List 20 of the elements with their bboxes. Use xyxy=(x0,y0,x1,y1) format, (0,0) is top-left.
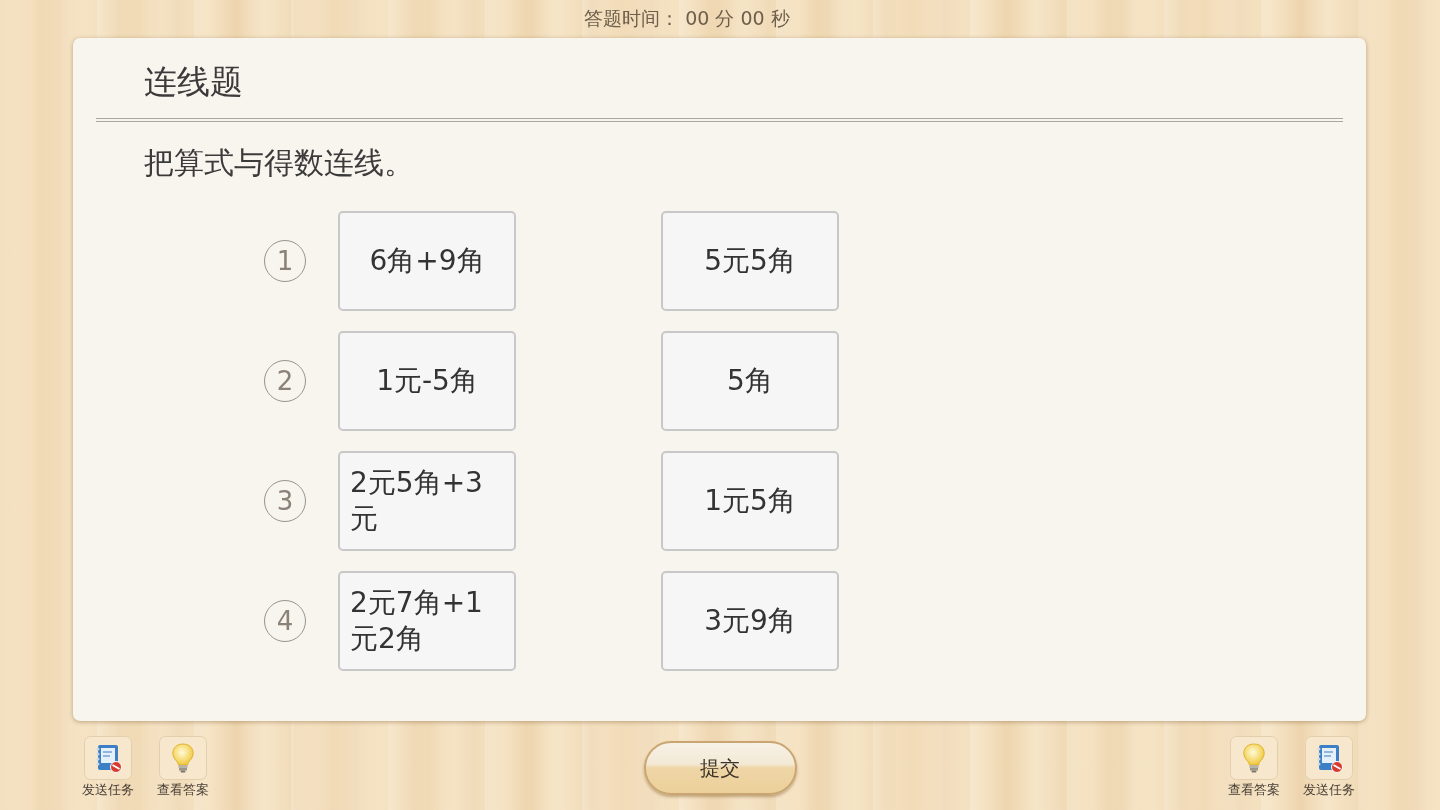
expression-card[interactable]: 2元7角+1元2角 xyxy=(338,571,516,671)
submit-button[interactable]: 提交 xyxy=(643,741,797,795)
expression-card[interactable]: 2元5角+3元 xyxy=(338,451,516,551)
toolbar-button[interactable]: 查看答案 xyxy=(1223,736,1285,799)
value-card[interactable]: 5元5角 xyxy=(661,211,839,311)
question-type-title: 连线题 xyxy=(144,60,243,103)
expression-card[interactable]: 6角+9角 xyxy=(338,211,516,311)
expression-card[interactable]: 1元-5角 xyxy=(338,331,516,431)
answer-timer: 答题时间： 00 分 00 秒 xyxy=(583,5,791,31)
value-card[interactable]: 1元5角 xyxy=(661,451,839,551)
question-instruction: 把算式与得数连线。 xyxy=(144,144,414,182)
toolbar-button[interactable]: 发送任务 xyxy=(1298,736,1360,799)
toolbar-button[interactable]: 发送任务 xyxy=(77,736,139,799)
notebook-icon xyxy=(1305,736,1353,780)
toolbar-button[interactable]: 查看答案 xyxy=(152,736,214,799)
value-card[interactable]: 3元9角 xyxy=(661,571,839,671)
value-card[interactable]: 5角 xyxy=(661,331,839,431)
notebook-icon xyxy=(84,736,132,780)
lightbulb-icon xyxy=(1230,736,1278,780)
lightbulb-icon xyxy=(159,736,207,780)
